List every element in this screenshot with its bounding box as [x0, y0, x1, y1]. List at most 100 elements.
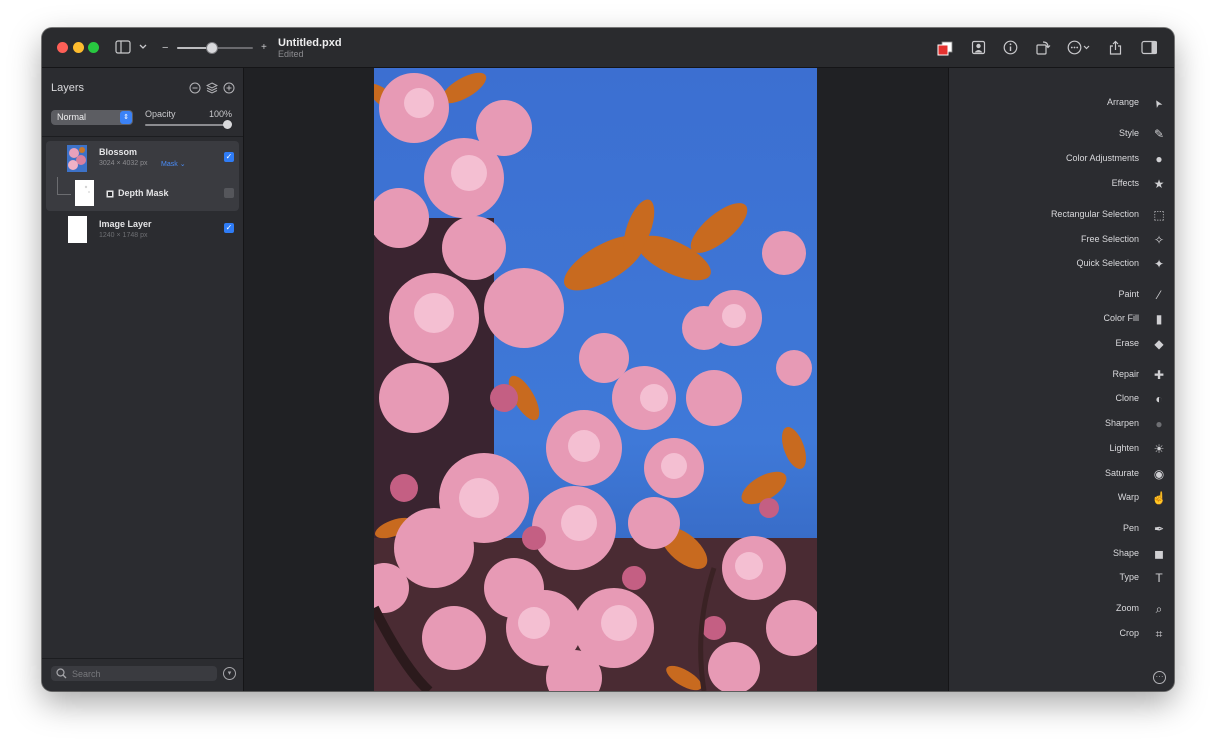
rotate-icon[interactable] — [1035, 40, 1051, 56]
search-placeholder: Search — [72, 669, 101, 679]
tool-style[interactable]: Style ✎ — [949, 126, 1174, 142]
tool-shape[interactable]: Shape ◼ — [949, 546, 1174, 562]
tool-label: Erase — [1115, 338, 1139, 348]
layer-dimensions: 1240 × 1748 px — [99, 232, 148, 239]
tool-erase[interactable]: Erase ◆ — [949, 336, 1174, 352]
layer-row[interactable]: Image Layer 1240 × 1748 px ✓ — [46, 214, 239, 246]
layer-visibility-checkbox[interactable]: ✓ — [224, 152, 234, 162]
blend-mode-select[interactable]: Normal ⇕ — [51, 110, 133, 125]
tool-label: Saturate — [1104, 468, 1139, 478]
layer-stack-icon[interactable] — [206, 82, 218, 94]
tool-pen[interactable]: Pen ✒ — [949, 521, 1174, 537]
tool-sharpen[interactable]: Sharpen ● — [949, 416, 1174, 432]
opacity-slider-knob[interactable] — [223, 120, 232, 129]
tool-label: Sharpen — [1104, 418, 1139, 428]
tool-free-selection[interactable]: Free Selection ✧ — [949, 232, 1174, 248]
tool-label: Paint — [1118, 289, 1139, 299]
tool-quick-selection[interactable]: Quick Selection ✦ — [949, 256, 1174, 272]
zoom-in-button[interactable]: + — [261, 41, 267, 55]
lighten-sun-icon: ☀ — [1153, 442, 1165, 456]
zoom-slider-knob[interactable] — [206, 42, 219, 54]
mask-thumbnail — [75, 180, 94, 206]
inspector-toggle-icon[interactable] — [1141, 40, 1157, 56]
tool-label: Pen — [1122, 523, 1139, 533]
more-options-icon[interactable] — [1067, 40, 1093, 56]
color-fill-icon: ▮ — [1155, 312, 1163, 326]
effects-star-icon: ★ — [1153, 177, 1165, 191]
tool-label: Effects — [1111, 178, 1139, 188]
layer-dimensions: 3024 × 4032 px — [99, 160, 148, 167]
zoom-slider[interactable] — [177, 42, 253, 54]
info-icon[interactable] — [1003, 40, 1019, 56]
free-selection-icon: ✧ — [1153, 233, 1165, 247]
layer-options-icon[interactable] — [189, 82, 201, 94]
tool-repair[interactable]: Repair ✚ — [949, 367, 1174, 383]
tool-zoom[interactable]: Zoom ⌕ — [949, 601, 1174, 617]
tool-type[interactable]: Type T — [949, 570, 1174, 586]
blend-mode-stepper-icon[interactable]: ⇕ — [120, 111, 132, 124]
tool-warp[interactable]: Warp ☝ — [949, 490, 1174, 506]
type-t-icon: T — [1155, 571, 1163, 585]
sidebar-toggle-icon[interactable] — [115, 40, 131, 54]
canvas-area[interactable] — [244, 68, 948, 691]
rectangular-selection-icon: ⬚ — [1153, 208, 1165, 222]
layer-name: Blossom — [99, 147, 138, 157]
add-layer-icon[interactable] — [223, 82, 235, 94]
quick-selection-icon: ✦ — [1153, 257, 1165, 271]
tool-label: Shape — [1112, 548, 1139, 558]
app-window: − + Untitled.pxd Edited Layers Normal ⇕ … — [42, 28, 1174, 691]
zoom-out-button[interactable]: − — [162, 41, 168, 55]
tool-label: Repair — [1112, 369, 1139, 379]
layers-panel-title: Layers — [51, 82, 85, 94]
tool-label: Style — [1118, 128, 1139, 138]
chevron-down-icon[interactable] — [139, 43, 147, 51]
pen-nib-icon: ✒ — [1153, 522, 1165, 536]
opacity-slider[interactable] — [145, 124, 230, 126]
eraser-icon: ◆ — [1154, 337, 1164, 351]
color-swatch-icon[interactable] — [937, 40, 953, 56]
tool-clone[interactable]: Clone ◐ — [949, 391, 1174, 407]
arrow-cursor-icon: ➤ — [1151, 96, 1166, 110]
panel-divider — [42, 658, 243, 659]
zoom-window-button[interactable] — [88, 42, 99, 53]
tool-rectangular-selection[interactable]: Rectangular Selection ⬚ — [949, 207, 1174, 223]
tool-effects[interactable]: Effects ★ — [949, 176, 1174, 192]
tool-lighten[interactable]: Lighten ☀ — [949, 441, 1174, 457]
layer-thumbnail — [68, 216, 87, 243]
tools-panel: Arrange ➤ Style ✎ Color Adjustments ● Effects ★… — [948, 68, 1174, 691]
minimize-window-button[interactable] — [73, 42, 84, 53]
filter-icon[interactable]: ▾ — [223, 667, 236, 680]
clone-stamp-icon: ◐ — [1155, 392, 1163, 406]
tool-arrange[interactable]: Arrange ➤ — [949, 95, 1174, 111]
tool-label: Type — [1119, 572, 1139, 582]
layer-name: Image Layer — [99, 219, 152, 229]
opacity-label: Opacity — [145, 109, 176, 119]
tool-saturate[interactable]: Saturate ◉ — [949, 466, 1174, 482]
tool-color-fill[interactable]: Color Fill ▮ — [949, 311, 1174, 327]
layer-row[interactable]: Depth Mask — [46, 176, 239, 211]
tool-label: Rectangular Selection — [1050, 209, 1139, 219]
paint-brush-icon: ⁄ — [1157, 288, 1160, 302]
crop-icon: ⌗ — [1155, 627, 1163, 641]
tool-paint[interactable]: Paint ⁄ — [949, 287, 1174, 303]
tool-crop[interactable]: Crop ⌗ — [949, 626, 1174, 642]
layers-panel: Layers Normal ⇕ Opacity 100% Blossom 302… — [42, 68, 244, 691]
layer-visibility-checkbox[interactable] — [224, 188, 234, 198]
mask-dropdown[interactable]: Mask ⌄ — [161, 160, 186, 168]
more-tools-icon[interactable]: ··· — [1153, 671, 1166, 684]
canvas-photo[interactable] — [374, 68, 817, 691]
tool-label: Color Fill — [1103, 313, 1139, 323]
layer-search-input[interactable]: Search — [51, 666, 217, 681]
layer-row[interactable]: Blossom 3024 × 4032 px Mask ⌄ ✓ — [46, 141, 239, 176]
portrait-icon[interactable] — [971, 40, 987, 56]
tool-color-adjustments[interactable]: Color Adjustments ● — [949, 151, 1174, 167]
saturate-sponge-icon: ◉ — [1153, 467, 1165, 481]
title-bar: − + Untitled.pxd Edited — [42, 28, 1174, 68]
opacity-value: 100% — [209, 109, 233, 119]
tool-label: Quick Selection — [1076, 258, 1139, 268]
chevron-down-icon: ⌄ — [179, 161, 186, 168]
layer-visibility-checkbox[interactable]: ✓ — [224, 223, 234, 233]
tool-label: Color Adjustments — [1065, 153, 1139, 163]
close-window-button[interactable] — [57, 42, 68, 53]
share-icon[interactable] — [1108, 40, 1124, 56]
